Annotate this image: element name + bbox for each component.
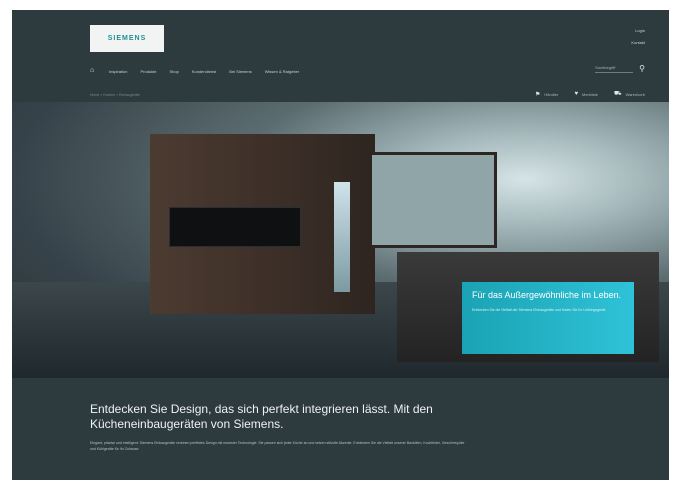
page: SIEMENS Login Kontakt ⌂ Inspiration Prod…: [12, 10, 669, 480]
header-tools: ⚑ Händler ♥ Merkliste ⛟ Warenkorb: [535, 90, 645, 98]
util-link-login[interactable]: Login: [635, 28, 645, 33]
location-icon: ⚑: [535, 91, 541, 98]
tool-warenkorb[interactable]: ⛟ Warenkorb: [614, 90, 645, 98]
nav-item-kundendienst[interactable]: Kundendienst: [192, 69, 216, 74]
nav-item-produkte[interactable]: Produkte: [140, 69, 156, 74]
search-box: Suchbegriff ⚲: [595, 64, 645, 73]
logo-text: SIEMENS: [107, 35, 147, 42]
tool-label: Merkliste: [582, 91, 599, 97]
nav-item-wissen[interactable]: Wissen & Ratgeber: [265, 69, 299, 74]
oven: [169, 207, 301, 247]
nav-item-bei-siemens[interactable]: Bei Siemens: [229, 69, 251, 74]
cart-icon: ⛟: [614, 91, 622, 97]
search-input[interactable]: Suchbegriff: [595, 64, 634, 73]
fridge: [334, 182, 350, 292]
promo-text: Entdecken Sie die Vielfalt der Siemens E…: [472, 308, 607, 312]
home-icon[interactable]: ⌂: [90, 67, 96, 74]
page-headline: Entdecken Sie Design, das sich perfekt i…: [90, 402, 433, 431]
page-body-text: Elegant, präzise und intelligent: Siemen…: [90, 441, 465, 451]
nav-item-shop[interactable]: Shop: [169, 69, 178, 74]
shelf-unit: [369, 152, 497, 248]
promo-box[interactable]: Für das Außergewöhnliche im Leben. Entde…: [462, 282, 634, 354]
breadcrumb[interactable]: Home > Kochen > Einbaugeräte: [90, 93, 140, 97]
nav-item-inspiration[interactable]: Inspiration: [109, 69, 127, 74]
promo-title: Für das Außergewöhnliche im Leben.: [472, 290, 622, 300]
tool-haendler[interactable]: ⚑ Händler: [535, 90, 558, 98]
tool-label: Warenkorb: [625, 91, 645, 97]
main-nav: ⌂ Inspiration Produkte Shop Kundendienst…: [90, 67, 299, 74]
tool-label: Händler: [544, 91, 559, 97]
siemens-logo[interactable]: SIEMENS: [90, 25, 164, 52]
search-icon[interactable]: ⚲: [639, 64, 645, 73]
tool-merkliste[interactable]: ♥ Merkliste: [574, 90, 598, 98]
util-link-kontakt[interactable]: Kontakt: [631, 40, 645, 45]
bookmark-icon: ♥: [574, 91, 578, 97]
